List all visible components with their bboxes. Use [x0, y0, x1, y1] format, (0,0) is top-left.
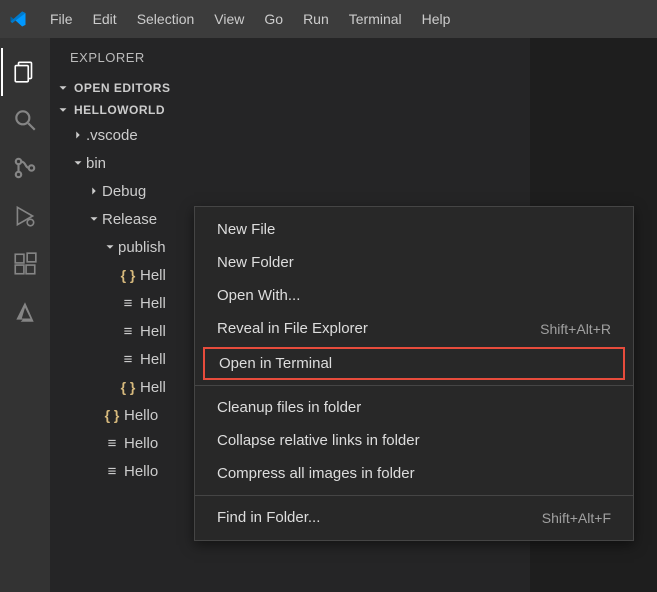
json-icon: { }	[102, 407, 122, 423]
chevron-down-icon	[86, 212, 102, 226]
ctx-label: Open With...	[217, 287, 300, 304]
json-icon: { }	[118, 267, 138, 283]
chevron-down-icon	[56, 103, 70, 117]
activity-extensions-icon[interactable]	[1, 240, 49, 288]
vscode-logo-icon	[8, 9, 28, 29]
menu-go[interactable]: Go	[254, 0, 293, 38]
menu-view[interactable]: View	[204, 0, 254, 38]
ctx-compress[interactable]: Compress all images in folder	[195, 457, 633, 490]
activity-search-icon[interactable]	[1, 96, 49, 144]
tree-folder-vscode[interactable]: .vscode	[50, 121, 530, 149]
tree-folder-debug[interactable]: Debug	[50, 177, 530, 205]
ctx-label: Collapse relative links in folder	[217, 432, 420, 449]
file-icon: ≡	[102, 435, 122, 452]
activity-explorer-icon[interactable]	[1, 48, 49, 96]
tree-label: Hell	[140, 351, 166, 368]
menu-file[interactable]: File	[40, 0, 83, 38]
titlebar: File Edit Selection View Go Run Terminal…	[0, 0, 657, 38]
menu-edit[interactable]: Edit	[83, 0, 127, 38]
section-open-editors[interactable]: OPEN EDITORS	[50, 77, 530, 99]
chevron-right-icon	[86, 184, 102, 198]
file-icon: ≡	[118, 351, 138, 368]
tree-label: Hello	[124, 463, 158, 480]
activity-run-debug-icon[interactable]	[1, 192, 49, 240]
menu-selection[interactable]: Selection	[127, 0, 205, 38]
json-icon: { }	[118, 379, 138, 395]
tree-label: Hell	[140, 267, 166, 284]
section-label: HELLOWORLD	[74, 103, 165, 117]
chevron-right-icon	[70, 128, 86, 142]
chevron-down-icon	[70, 156, 86, 170]
section-workspace[interactable]: HELLOWORLD	[50, 99, 530, 121]
ctx-new-folder[interactable]: New Folder	[195, 246, 633, 279]
file-icon: ≡	[118, 295, 138, 312]
ctx-shortcut: Shift+Alt+F	[542, 510, 611, 526]
ctx-label: Compress all images in folder	[217, 465, 415, 482]
menu-run[interactable]: Run	[293, 0, 339, 38]
chevron-down-icon	[102, 240, 118, 254]
separator	[195, 495, 633, 496]
chevron-down-icon	[56, 81, 70, 95]
ctx-label: Reveal in File Explorer	[217, 320, 368, 337]
tree-label: Hell	[140, 323, 166, 340]
tree-label: Hello	[124, 407, 158, 424]
ctx-cleanup[interactable]: Cleanup files in folder	[195, 391, 633, 424]
sidebar-title: EXPLORER	[50, 38, 530, 77]
tree-label: bin	[86, 155, 106, 172]
ctx-shortcut: Shift+Alt+R	[540, 321, 611, 337]
section-label: OPEN EDITORS	[74, 81, 170, 95]
activitybar	[0, 38, 50, 592]
tree-label: .vscode	[86, 127, 138, 144]
ctx-find-in-folder[interactable]: Find in Folder... Shift+Alt+F	[195, 501, 633, 534]
tree-label: Hello	[124, 435, 158, 452]
tree-label: Release	[102, 211, 157, 228]
ctx-label: New File	[217, 221, 275, 238]
ctx-label: Find in Folder...	[217, 509, 320, 526]
file-icon: ≡	[118, 323, 138, 340]
ctx-new-file[interactable]: New File	[195, 213, 633, 246]
ctx-label: Cleanup files in folder	[217, 399, 361, 416]
activity-azure-icon[interactable]	[1, 288, 49, 336]
file-icon: ≡	[102, 463, 122, 480]
separator	[195, 385, 633, 386]
menu-help[interactable]: Help	[412, 0, 461, 38]
activity-source-control-icon[interactable]	[1, 144, 49, 192]
tree-label: publish	[118, 239, 166, 256]
ctx-open-with[interactable]: Open With...	[195, 279, 633, 312]
ctx-label: Open in Terminal	[219, 355, 332, 372]
ctx-reveal-explorer[interactable]: Reveal in File Explorer Shift+Alt+R	[195, 312, 633, 345]
menu-terminal[interactable]: Terminal	[339, 0, 412, 38]
tree-label: Hell	[140, 295, 166, 312]
context-menu: New File New Folder Open With... Reveal …	[194, 206, 634, 541]
ctx-label: New Folder	[217, 254, 294, 271]
tree-label: Debug	[102, 183, 146, 200]
tree-label: Hell	[140, 379, 166, 396]
ctx-open-terminal[interactable]: Open in Terminal	[203, 347, 625, 380]
tree-folder-bin[interactable]: bin	[50, 149, 530, 177]
ctx-collapse[interactable]: Collapse relative links in folder	[195, 424, 633, 457]
